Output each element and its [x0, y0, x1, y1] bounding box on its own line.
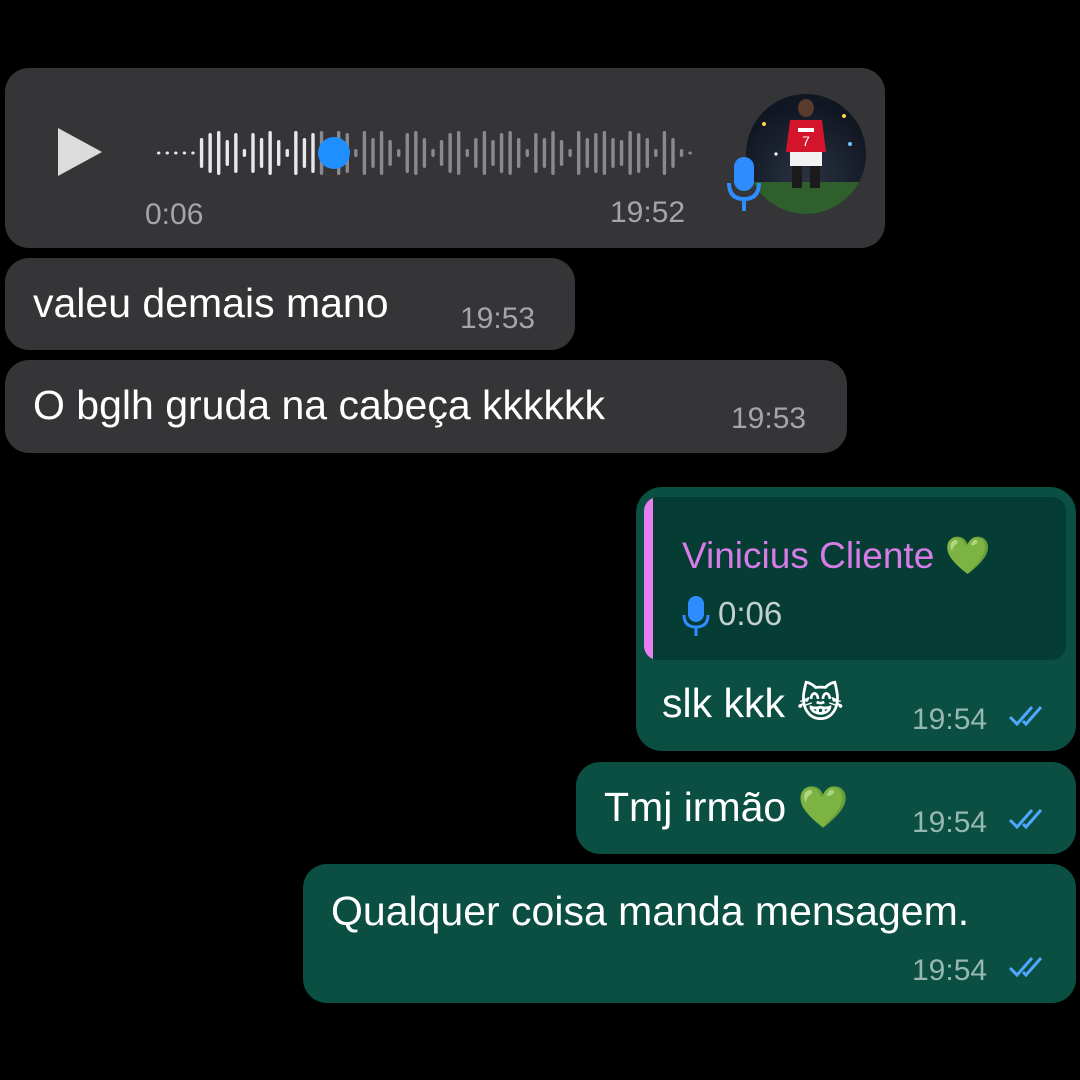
waveform-bar	[371, 138, 375, 168]
waveform-bar	[542, 138, 547, 168]
message-timestamp: 19:53	[731, 402, 807, 435]
message-bubble-outgoing[interactable]: Tmj irmão 💚 19:54	[576, 762, 1076, 854]
microphone-icon	[727, 157, 761, 211]
waveform-bar	[534, 133, 538, 173]
message-text: O bglh gruda na cabeça kkkkkk	[33, 382, 606, 428]
waveform-bar	[491, 140, 495, 166]
message-timestamp: 19:53	[460, 302, 536, 335]
waveform-bar	[679, 149, 684, 157]
waveform-bar	[465, 149, 469, 157]
waveform-bar	[448, 133, 452, 173]
message-text: Tmj irmão 💚	[604, 784, 849, 830]
waveform-bar	[251, 133, 255, 173]
waveform-bar	[234, 133, 238, 173]
waveform-bar	[405, 133, 409, 173]
message-bubble-incoming[interactable]: valeu demais mano 19:53	[5, 258, 575, 350]
playback-scrubber-knob[interactable]	[318, 137, 350, 169]
waveform-bar	[688, 151, 692, 155]
message-bubble-outgoing[interactable]: Qualquer coisa manda mensagem. 19:54	[303, 864, 1076, 1003]
waveform-bar	[662, 131, 667, 175]
message-text: valeu demais mano	[33, 280, 389, 326]
microphone-icon	[682, 596, 710, 636]
read-receipt-icon	[1008, 957, 1043, 978]
waveform-bar	[628, 131, 632, 175]
waveform-bar	[191, 151, 195, 155]
waveform-bar	[397, 149, 401, 157]
read-receipt-icon	[1008, 706, 1043, 727]
waveform-bar	[457, 131, 461, 175]
message-text: slk kkk 😹	[662, 680, 845, 726]
waveform-bar	[525, 149, 529, 157]
waveform-bar	[174, 151, 178, 155]
waveform-bar	[585, 138, 589, 168]
waveform-bar	[285, 149, 289, 157]
message-timestamp: 19:54	[912, 954, 988, 987]
waveform-bar	[354, 149, 358, 157]
waveform-bar	[268, 131, 272, 175]
waveform-bar	[551, 131, 555, 175]
voice-duration: 0:06	[145, 198, 204, 231]
waveform-bar	[637, 133, 641, 173]
waveform-bar	[182, 151, 187, 155]
waveform-bar	[165, 151, 169, 155]
waveform-bar	[594, 133, 598, 173]
waveform-bar	[157, 151, 161, 155]
message-timestamp: 19:54	[912, 703, 988, 736]
waveform-bar	[508, 131, 512, 175]
quote-accent-bar	[644, 497, 653, 660]
read-receipt-icon	[1008, 809, 1043, 830]
waveform-bar	[499, 133, 504, 173]
waveform-bar	[277, 140, 281, 166]
waveform-bar	[577, 131, 581, 175]
quoted-voice-duration: 0:06	[718, 595, 783, 632]
svg-text:7: 7	[802, 133, 810, 149]
waveform-bar	[422, 138, 427, 168]
sender-avatar: 7	[746, 94, 866, 214]
message-text: Qualquer coisa manda mensagem.	[331, 888, 970, 934]
message-bubble-outgoing-reply[interactable]: Vinicius Cliente 💚 0:06 slk kkk 😹 19:54	[636, 487, 1076, 751]
waveform-bar	[388, 140, 392, 166]
quoted-message[interactable]: Vinicius Cliente 💚 0:06	[644, 497, 1066, 660]
waveform-bar	[431, 149, 435, 157]
waveform-bar	[517, 138, 521, 168]
waveform-bar	[568, 149, 572, 157]
waveform-bar	[379, 131, 384, 175]
waveform-bar	[439, 140, 444, 166]
waveform-bar	[482, 131, 487, 175]
waveform-bar	[602, 131, 607, 175]
waveform-bar	[474, 138, 478, 168]
waveform-bar	[362, 131, 367, 175]
waveform-bar	[208, 133, 212, 173]
play-icon[interactable]	[58, 128, 102, 176]
waveform-bar	[645, 138, 649, 168]
voice-waveform[interactable]	[156, 112, 696, 194]
waveform-bar	[559, 140, 564, 166]
waveform-bar	[294, 131, 298, 175]
waveform-bar	[619, 140, 624, 166]
waveform-bar	[311, 133, 315, 173]
quoted-sender-name: Vinicius Cliente 💚	[682, 535, 991, 576]
voice-timestamp: 19:52	[610, 196, 686, 229]
waveform-bar	[302, 138, 307, 168]
waveform-bar	[414, 131, 418, 175]
waveform-bar	[654, 149, 658, 157]
waveform-bar	[225, 140, 229, 166]
message-timestamp: 19:54	[912, 806, 988, 839]
message-bubble-incoming[interactable]: O bglh gruda na cabeça kkkkkk 19:53	[5, 360, 847, 453]
waveform-bar	[217, 131, 221, 175]
waveform-bar	[259, 138, 264, 168]
waveform-bar	[671, 138, 675, 168]
waveform-bar	[242, 149, 247, 157]
waveform-bar	[611, 138, 615, 168]
waveform-bar	[199, 138, 204, 168]
